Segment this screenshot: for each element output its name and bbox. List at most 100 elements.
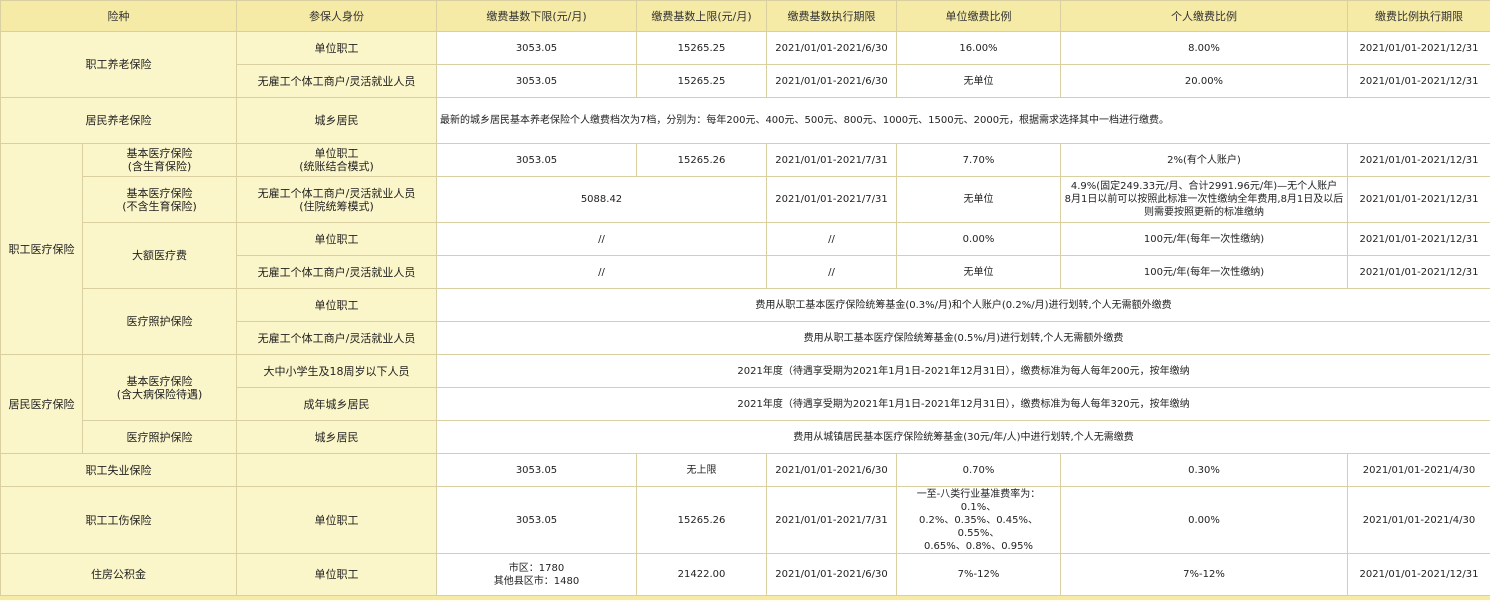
- unit-ratio-cell: 0.00%: [896, 222, 1061, 256]
- insurance-type: 住房公积金: [0, 553, 237, 596]
- upper-cell: 15265.25: [636, 64, 767, 98]
- note-cell: 最新的城乡居民基本养老保险个人缴费档次为7档，分别为：每年200元、400元、5…: [436, 97, 1490, 144]
- insurance-type: 职工养老保险: [0, 31, 237, 98]
- ratio-period-cell: 2021/01/01-2021/12/31: [1347, 553, 1490, 596]
- upper-cell: 15265.25: [636, 31, 767, 65]
- identity-cell: 单位职工 (统账结合模式): [236, 143, 437, 177]
- upper-cell: 15265.26: [636, 143, 767, 177]
- period-cell: //: [766, 255, 897, 289]
- identity-note: (统账结合模式): [299, 160, 374, 173]
- table-row: 居民养老保险 城乡居民 最新的城乡居民基本养老保险个人缴费档次为7档，分别为：每…: [0, 97, 1490, 144]
- personal-ratio-cell: 7%-12%: [1060, 553, 1348, 596]
- header-row: 险种 参保人身份 缴费基数下限(元/月) 缴费基数上限(元/月) 缴费基数执行期…: [0, 0, 1490, 32]
- base-cell: //: [436, 222, 767, 256]
- insurance-type: 职工工伤保险: [0, 486, 237, 554]
- ratio-period-cell: 2021/01/01-2021/12/31: [1347, 143, 1490, 177]
- ratio-period-cell: 2021/01/01-2021/12/31: [1347, 222, 1490, 256]
- sub-type-name: 基本医疗保险: [126, 186, 193, 200]
- insurance-type: 职工失业保险: [0, 453, 237, 487]
- identity-cell: 无雇工个体工商户/灵活就业人员: [236, 321, 437, 355]
- sub-type-name: 基本医疗保险: [126, 374, 193, 388]
- table-row: 医疗照护保险 单位职工 费用从职工基本医疗保险统筹基金(0.3%/月)和个人账户…: [1, 288, 1490, 355]
- ratio-period-cell: 2021/01/01-2021/12/31: [1347, 64, 1490, 98]
- unit-ratio-line: 一至-八类行业基准费率为：0.1%、: [916, 488, 1041, 513]
- table-row: 大额医疗费 单位职工 // // 0.00% 100元/年(每年一次性缴纳) 2…: [1, 222, 1490, 289]
- personal-line: 则需要按照更新的标准缴纳: [1144, 207, 1264, 218]
- period-cell: 2021/01/01-2021/6/30: [766, 31, 897, 65]
- sub-type-note: (不含生育保险): [122, 199, 197, 213]
- upper-cell: 无上限: [636, 453, 767, 487]
- unit-ratio-cell: 无单位: [896, 255, 1061, 289]
- personal-ratio-cell: 100元/年(每年一次性缴纳): [1060, 255, 1348, 289]
- unit-ratio-cell: 0.70%: [896, 453, 1061, 487]
- lower-cell: 3053.05: [436, 64, 637, 98]
- note-cell: 2021年度（待遇享受期为2021年1月1日-2021年12月31日），缴费标准…: [436, 387, 1490, 421]
- base-cell: 5088.42: [436, 176, 767, 223]
- unit-ratio-cell: 无单位: [896, 176, 1061, 223]
- identity-cell: 单位职工: [236, 288, 437, 322]
- upper-cell: 15265.26: [636, 486, 767, 554]
- personal-ratio-cell: 100元/年(每年一次性缴纳): [1060, 222, 1348, 256]
- col-header-personal-ratio: 个人缴费比例: [1060, 0, 1348, 32]
- note-cell: 费用从职工基本医疗保险统筹基金(0.3%/月)和个人账户(0.2%/月)进行划转…: [436, 288, 1490, 322]
- unit-ratio-cell: 7.70%: [896, 143, 1061, 177]
- identity-cell: 无雇工个体工商户/灵活就业人员 (住院统筹模式): [236, 176, 437, 223]
- table-row: 住房公积金 单位职工 市区：1780 其他县区市：1480 21422.00 20…: [0, 553, 1490, 596]
- lower-cell: 3053.05: [436, 486, 637, 554]
- unit-ratio-cell: 一至-八类行业基准费率为：0.1%、 0.2%、0.35%、0.45%、0.55%…: [896, 486, 1061, 554]
- insurance-type: 居民养老保险: [0, 97, 237, 144]
- sub-type-cell: 基本医疗保险 (不含生育保险): [82, 176, 237, 223]
- lower-cell: 3053.05: [436, 453, 637, 487]
- lower-cell: 3053.05: [436, 143, 637, 177]
- period-cell: 2021/01/01-2021/7/31: [766, 486, 897, 554]
- personal-ratio-cell: 2%(有个人账户): [1060, 143, 1348, 177]
- lower-line: 市区：1780: [508, 562, 565, 574]
- unit-ratio-line: 0.65%、0.8%、0.95%: [924, 540, 1033, 552]
- personal-ratio-cell: 4.9%(固定249.33元/月、合计2991.96元/年)—无个人账户 8月1日…: [1060, 176, 1348, 223]
- col-header-ratio-period: 缴费比例执行期限: [1347, 0, 1490, 32]
- table-footer-strip: [0, 596, 1490, 600]
- col-header-type: 险种: [0, 0, 237, 32]
- table-row: 职工失业保险 3053.05 无上限 2021/01/01-2021/6/30 …: [0, 453, 1490, 487]
- personal-ratio-cell: 20.00%: [1060, 64, 1348, 98]
- unit-ratio-cell: 16.00%: [896, 31, 1061, 65]
- table-row: 职工养老保险 单位职工 3053.05 15265.25 2021/01/01-…: [0, 31, 1490, 98]
- insurance-type: 居民医疗保险: [0, 354, 83, 454]
- lower-cell: 3053.05: [436, 31, 637, 65]
- note-cell: 费用从城镇居民基本医疗保险统筹基金(30元/年/人)中进行划转,个人无需缴费: [436, 420, 1490, 454]
- period-cell: 2021/01/01-2021/7/31: [766, 143, 897, 177]
- personal-ratio-cell: 8.00%: [1060, 31, 1348, 65]
- period-cell: 2021/01/01-2021/6/30: [766, 553, 897, 596]
- table-row: 居民医疗保险 基本医疗保险 (含大病保险待遇) 大中小学生及18周岁以下人员 20…: [0, 354, 1490, 454]
- ratio-period-cell: 2021/01/01-2021/12/31: [1347, 31, 1490, 65]
- sub-type-note: (含大病保险待遇): [116, 387, 203, 401]
- identity-name: 无雇工个体工商户/灵活就业人员: [257, 186, 416, 200]
- identity-name: 单位职工: [314, 147, 359, 160]
- identity-cell: 单位职工: [236, 553, 437, 596]
- upper-cell: 21422.00: [636, 553, 767, 596]
- period-cell: 2021/01/01-2021/6/30: [766, 453, 897, 487]
- personal-line: 8月1日以前可以按照此标准一次性缴纳全年费用,8月1日及以后: [1064, 194, 1344, 205]
- personal-line: 4.9%(固定249.33元/月、合计2991.96元/年)—无个人账户: [1070, 181, 1338, 192]
- sub-type-cell: 医疗照护保险: [82, 288, 237, 355]
- personal-ratio-cell: 0.30%: [1060, 453, 1348, 487]
- identity-note: (住院统筹模式): [299, 199, 374, 213]
- base-cell: //: [436, 255, 767, 289]
- sub-type-cell: 大额医疗费: [82, 222, 237, 289]
- identity-cell: 城乡居民: [236, 420, 437, 454]
- identity-cell: 无雇工个体工商户/灵活就业人员: [236, 255, 437, 289]
- personal-ratio-cell: 0.00%: [1060, 486, 1348, 554]
- unit-ratio-line: 0.2%、0.35%、0.45%、0.55%、: [919, 514, 1038, 539]
- col-header-lower: 缴费基数下限(元/月): [436, 0, 637, 32]
- identity-cell: 城乡居民: [236, 97, 437, 144]
- period-cell: 2021/01/01-2021/7/31: [766, 176, 897, 223]
- identity-cell: 无雇工个体工商户/灵活就业人员: [236, 64, 437, 98]
- period-cell: 2021/01/01-2021/6/30: [766, 64, 897, 98]
- col-header-upper: 缴费基数上限(元/月): [636, 0, 767, 32]
- col-header-period: 缴费基数执行期限: [766, 0, 897, 32]
- note-cell: 费用从职工基本医疗保险统筹基金(0.5%/月)进行划转,个人无需额外缴费: [436, 321, 1490, 355]
- identity-cell: [236, 453, 437, 487]
- identity-cell: 单位职工: [236, 31, 437, 65]
- ratio-period-cell: 2021/01/01-2021/12/31: [1347, 255, 1490, 289]
- identity-cell: 单位职工: [236, 222, 437, 256]
